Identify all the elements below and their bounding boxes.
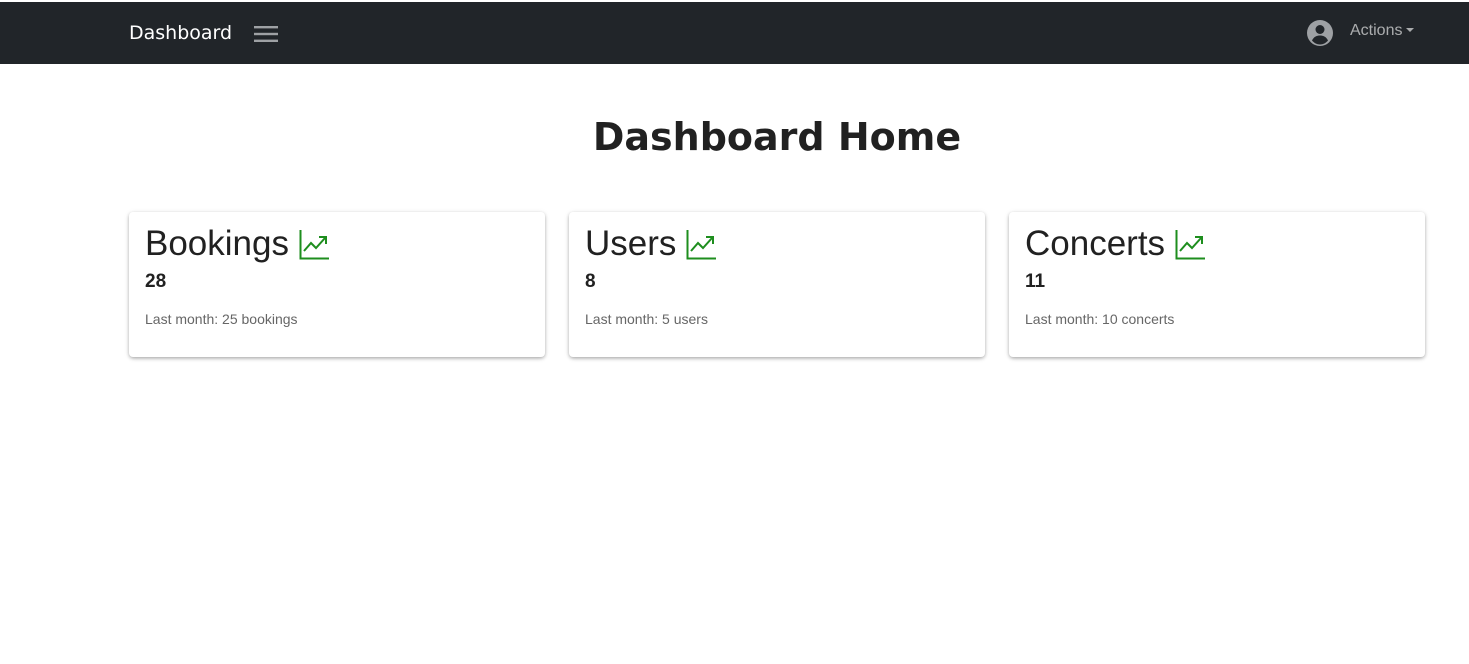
card-header: Users — [585, 224, 969, 264]
card-header: Bookings — [145, 224, 529, 264]
card-value: 11 — [1025, 271, 1046, 292]
card-header: Concerts — [1025, 224, 1409, 264]
actions-dropdown[interactable]: Actions — [1350, 22, 1415, 40]
card-subtitle: Last month: 25 bookings — [145, 311, 298, 327]
stat-card-users: Users 8 Last month: 5 users — [569, 212, 985, 357]
trending-up-icon — [299, 229, 330, 260]
stat-card-concerts: Concerts 11 Last month: 10 concerts — [1009, 212, 1425, 357]
card-subtitle: Last month: 5 users — [585, 311, 708, 327]
navbar-brand-link[interactable]: Dashboard — [129, 22, 232, 44]
top-navbar: Dashboard Actions — [0, 2, 1469, 64]
actions-label: Actions — [1350, 22, 1403, 39]
card-title: Bookings — [145, 224, 289, 263]
hamburger-menu-icon[interactable] — [252, 21, 280, 47]
stat-card-bookings: Bookings 28 Last month: 25 bookings — [129, 212, 545, 357]
caret-down-icon — [1406, 28, 1415, 32]
page-title: Dashboard Home — [592, 115, 962, 159]
account-circle-icon[interactable] — [1306, 19, 1334, 47]
card-title: Concerts — [1025, 224, 1166, 263]
stats-cards: Bookings 28 Last month: 25 bookings User… — [129, 212, 1425, 357]
card-title: Users — [585, 224, 677, 263]
card-value: 8 — [585, 271, 596, 292]
card-value: 28 — [145, 271, 167, 292]
card-subtitle: Last month: 10 concerts — [1025, 311, 1175, 327]
trending-up-icon — [1175, 229, 1206, 260]
trending-up-icon — [686, 229, 717, 260]
